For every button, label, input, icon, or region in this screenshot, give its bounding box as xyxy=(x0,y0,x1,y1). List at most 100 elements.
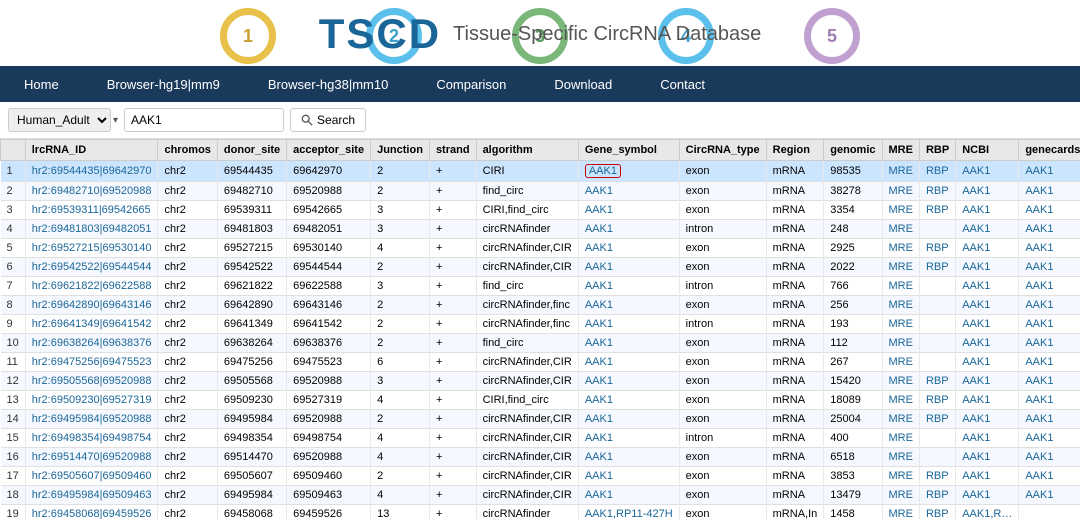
ncbi-cell[interactable]: AAK1 xyxy=(956,296,1019,315)
nav-browser-hg19[interactable]: Browser-hg19|mm9 xyxy=(83,66,244,102)
nav-comparison[interactable]: Comparison xyxy=(412,66,530,102)
nav-contact[interactable]: Contact xyxy=(636,66,729,102)
gene-symbol-cell[interactable]: AAK1 xyxy=(578,201,679,220)
circrna-id-cell[interactable]: hr2:69505607|69509460 xyxy=(25,467,158,486)
ncbi-cell[interactable]: AAK1 xyxy=(956,239,1019,258)
ncbi-cell[interactable]: AAK1 xyxy=(956,277,1019,296)
ncbi-cell[interactable]: AAK1 xyxy=(956,220,1019,239)
mre-cell[interactable]: MRE xyxy=(882,448,919,467)
mre-cell[interactable]: MRE xyxy=(882,277,919,296)
mre-cell[interactable]: MRE xyxy=(882,201,919,220)
genecards-cell[interactable]: AAK1 xyxy=(1019,353,1080,372)
circrna-id-cell[interactable]: hr2:69498354|69498754 xyxy=(25,429,158,448)
rbp-cell[interactable]: RBP xyxy=(919,486,955,505)
gene-symbol-cell[interactable]: AAK1 xyxy=(578,315,679,334)
circrna-id-cell[interactable]: hr2:69458068|69459526 xyxy=(25,505,158,519)
gene-symbol-cell[interactable]: AAK1 xyxy=(578,182,679,201)
gene-symbol-cell[interactable]: AAK1 xyxy=(578,391,679,410)
genecards-cell[interactable]: AAK1 xyxy=(1019,372,1080,391)
rbp-cell[interactable]: RBP xyxy=(919,258,955,277)
circrna-id-cell[interactable]: hr2:69509230|69527319 xyxy=(25,391,158,410)
nav-home[interactable]: Home xyxy=(0,66,83,102)
gene-symbol-cell[interactable]: AAK1 xyxy=(578,372,679,391)
gene-symbol-cell[interactable]: AAK1 xyxy=(578,467,679,486)
genecards-cell[interactable]: AAK1 xyxy=(1019,315,1080,334)
circrna-id-cell[interactable]: hr2:69475256|69475523 xyxy=(25,353,158,372)
nav-browser-hg38[interactable]: Browser-hg38|mm10 xyxy=(244,66,412,102)
gene-symbol-cell[interactable]: AAK1 xyxy=(578,220,679,239)
gene-symbol-cell[interactable]: AAK1 xyxy=(578,161,679,182)
genecards-cell[interactable]: AAK1 xyxy=(1019,467,1080,486)
ncbi-cell[interactable]: AAK1 xyxy=(956,182,1019,201)
mre-cell[interactable]: MRE xyxy=(882,391,919,410)
ncbi-cell[interactable]: AAK1 xyxy=(956,486,1019,505)
rbp-cell[interactable]: RBP xyxy=(919,239,955,258)
mre-cell[interactable]: MRE xyxy=(882,296,919,315)
rbp-cell[interactable]: RBP xyxy=(919,467,955,486)
circrna-id-cell[interactable]: hr2:69638264|69638376 xyxy=(25,334,158,353)
rbp-cell[interactable]: RBP xyxy=(919,161,955,182)
genecards-cell[interactable]: AAK1 xyxy=(1019,296,1080,315)
genecards-cell[interactable]: AAK1 xyxy=(1019,391,1080,410)
mre-cell[interactable]: MRE xyxy=(882,161,919,182)
gene-symbol-cell[interactable]: AAK1 xyxy=(578,239,679,258)
gene-symbol-cell[interactable]: AAK1 xyxy=(578,448,679,467)
genecards-cell[interactable]: AAK1 xyxy=(1019,410,1080,429)
gene-symbol-cell[interactable]: AAK1 xyxy=(578,353,679,372)
genecards-cell[interactable]: AAK1 xyxy=(1019,258,1080,277)
ncbi-cell[interactable]: AAK1 xyxy=(956,258,1019,277)
gene-symbol-cell[interactable]: AAK1 xyxy=(578,486,679,505)
rbp-cell[interactable]: RBP xyxy=(919,201,955,220)
ncbi-cell[interactable]: AAK1 xyxy=(956,353,1019,372)
rbp-cell[interactable]: RBP xyxy=(919,182,955,201)
circrna-id-cell[interactable]: hr2:69514470|69520988 xyxy=(25,448,158,467)
gene-symbol-cell[interactable]: AAK1 xyxy=(578,296,679,315)
category-select[interactable]: Human_Adult Human_Fetal Mouse_Adult xyxy=(8,108,111,132)
circrna-id-cell[interactable]: hr2:69495984|69509463 xyxy=(25,486,158,505)
mre-cell[interactable]: MRE xyxy=(882,429,919,448)
circrna-id-cell[interactable]: hr2:69544435|69642970 xyxy=(25,161,158,182)
mre-cell[interactable]: MRE xyxy=(882,182,919,201)
rbp-cell[interactable]: RBP xyxy=(919,372,955,391)
circrna-id-cell[interactable]: hr2:69482710|69520988 xyxy=(25,182,158,201)
ncbi-cell[interactable]: AAK1 xyxy=(956,410,1019,429)
rbp-cell[interactable]: RBP xyxy=(919,391,955,410)
mre-cell[interactable]: MRE xyxy=(882,410,919,429)
ncbi-cell[interactable]: AAK1 xyxy=(956,429,1019,448)
circrna-id-cell[interactable]: hr2:69505568|69520988 xyxy=(25,372,158,391)
genecards-cell[interactable]: AAK1 xyxy=(1019,201,1080,220)
search-input[interactable] xyxy=(124,108,284,132)
ncbi-cell[interactable]: AAK1 xyxy=(956,334,1019,353)
genecards-cell[interactable]: AAK1 xyxy=(1019,277,1080,296)
ncbi-cell[interactable]: AAK1 xyxy=(956,448,1019,467)
gene-symbol-cell[interactable]: AAK1,RP11-427H xyxy=(578,505,679,519)
genecards-cell[interactable]: AAK1 xyxy=(1019,334,1080,353)
ncbi-cell[interactable]: AAK1 xyxy=(956,372,1019,391)
search-button[interactable]: Search xyxy=(290,108,366,132)
ncbi-cell[interactable]: AAK1 xyxy=(956,201,1019,220)
genecards-cell[interactable]: AAK1 xyxy=(1019,161,1080,182)
mre-cell[interactable]: MRE xyxy=(882,220,919,239)
mre-cell[interactable]: MRE xyxy=(882,372,919,391)
genecards-cell[interactable]: AAK1 xyxy=(1019,429,1080,448)
ncbi-cell[interactable]: AAK1,R… xyxy=(956,505,1019,519)
gene-symbol-cell[interactable]: AAK1 xyxy=(578,258,679,277)
genecards-cell[interactable]: AAK1 xyxy=(1019,182,1080,201)
mre-cell[interactable]: MRE xyxy=(882,334,919,353)
gene-symbol-cell[interactable]: AAK1 xyxy=(578,277,679,296)
genecards-cell[interactable]: AAK1 xyxy=(1019,486,1080,505)
mre-cell[interactable]: MRE xyxy=(882,486,919,505)
circrna-id-cell[interactable]: hr2:69539311|69542665 xyxy=(25,201,158,220)
nav-download[interactable]: Download xyxy=(530,66,636,102)
circrna-id-cell[interactable]: hr2:69542522|69544544 xyxy=(25,258,158,277)
genecards-cell[interactable]: AAK1 xyxy=(1019,239,1080,258)
circrna-id-cell[interactable]: hr2:69527215|69530140 xyxy=(25,239,158,258)
mre-cell[interactable]: MRE xyxy=(882,315,919,334)
ncbi-cell[interactable]: AAK1 xyxy=(956,315,1019,334)
circrna-id-cell[interactable]: hr2:69642890|69643146 xyxy=(25,296,158,315)
rbp-cell[interactable]: RBP xyxy=(919,410,955,429)
mre-cell[interactable]: MRE xyxy=(882,467,919,486)
circrna-id-cell[interactable]: hr2:69495984|69520988 xyxy=(25,410,158,429)
gene-symbol-cell[interactable]: AAK1 xyxy=(578,410,679,429)
gene-symbol-cell[interactable]: AAK1 xyxy=(578,429,679,448)
